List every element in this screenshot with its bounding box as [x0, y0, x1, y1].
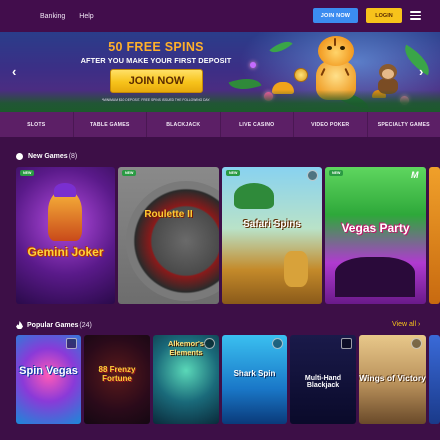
game-title-88-frenzy-fortune: 88 Frenzy Fortune [98, 365, 136, 383]
new-badge: NEW [20, 170, 35, 176]
promo-subtitle: AFTER YOU MAKE YOUR FIRST DEPOSIT [80, 56, 232, 65]
join-now-button[interactable]: JOIN NOW [313, 8, 358, 23]
game-title-wings-of-victory: Wings of Victory [359, 373, 426, 383]
tab-video-poker[interactable]: VIDEO POKER [294, 112, 368, 137]
game-tile-wings-of-victory[interactable]: Wings of Victory [359, 335, 426, 424]
game-tile-88-frenzy-fortune[interactable]: 88 Frenzy Fortune [84, 335, 150, 424]
view-all-label: View all [392, 321, 416, 328]
game-title-spin-vegas: Spin Vegas [19, 365, 78, 377]
login-button[interactable]: LOGIN [366, 8, 402, 23]
animal-illustration [284, 251, 308, 287]
tab-specialty-games[interactable]: SPECIALTY GAMES [368, 112, 440, 137]
game-tile-spin-vegas[interactable]: Spin Vegas [16, 335, 81, 424]
popular-games-header: Popular Games (24) [16, 321, 92, 329]
chevron-left-icon[interactable]: ‹ [12, 64, 16, 79]
game-tile-roulette-ii[interactable]: NEW Roulette II [118, 167, 219, 304]
game-tile-multi-hand-blackjack[interactable]: Multi-Hand Blackjack [290, 335, 356, 424]
game-tile-shark-spin[interactable]: Shark Spin [222, 335, 287, 424]
game-tile-alkemors-elements[interactable]: Alkemor's Elements [153, 335, 219, 424]
top-nav: Banking Help JOIN NOW LOGIN [0, 0, 440, 32]
game-title-gemini-joker: Gemini Joker [27, 245, 104, 259]
hamburger-menu-icon[interactable] [410, 11, 421, 20]
favorite-icon[interactable] [411, 338, 422, 349]
new-badge: NEW [329, 170, 344, 176]
game-title-shark-spin: Shark Spin [233, 369, 276, 378]
tab-table-games[interactable]: TABLE GAMES [74, 112, 147, 137]
new-badge: NEW [226, 170, 241, 176]
promo-fine-print: *MINIMUM $10 DEPOSIT. FREE SPINS ISSUED … [101, 98, 211, 102]
tab-blackjack[interactable]: BLACKJACK [147, 112, 221, 137]
favorite-icon[interactable] [341, 338, 352, 349]
game-title-roulette-ii: Roulette II [144, 209, 193, 220]
game-tile-next-partial[interactable] [429, 335, 440, 424]
game-tile-safari-spins[interactable]: NEW Safari Spins [222, 167, 322, 304]
new-games-title: New Games [28, 153, 68, 160]
provider-logo-icon: M [411, 170, 419, 180]
game-tile-next-partial[interactable] [429, 167, 440, 304]
coin-illustration [294, 68, 308, 82]
star-icon [16, 153, 23, 160]
new-badge: NEW [122, 170, 137, 176]
game-title-alkemors-elements: Alkemor's Elements [168, 339, 204, 357]
roulette-wheel-illustration [126, 181, 219, 301]
tab-slots[interactable]: SLOTS [0, 112, 74, 137]
game-tile-gemini-joker[interactable]: NEW Gemini Joker [16, 167, 115, 304]
favorite-icon[interactable] [307, 170, 318, 181]
game-title-multi-hand-blackjack: Multi-Hand Blackjack [304, 375, 342, 389]
nav-link-banking[interactable]: Banking [40, 13, 65, 20]
promo-join-button[interactable]: JOIN NOW [110, 69, 203, 93]
acacia-tree-illustration [234, 183, 274, 209]
new-games-count: (8) [68, 153, 78, 160]
tab-live-casino[interactable]: LIVE CASINO [221, 112, 294, 137]
promo-title: 50 FREE SPINS [108, 40, 204, 54]
crowd-silhouette-illustration [335, 257, 415, 297]
game-title-safari-spins: Safari Spins [243, 219, 301, 230]
casino-page: Banking Help JOIN NOW LOGIN ‹ › 50 FREE … [0, 0, 440, 440]
view-all-link[interactable]: View all › [392, 321, 420, 328]
jester-hat-illustration [54, 183, 76, 197]
favorite-icon[interactable] [66, 338, 77, 349]
category-tabs: SLOTS TABLE GAMES BLACKJACK LIVE CASINO … [0, 112, 440, 137]
favorite-icon[interactable] [272, 338, 283, 349]
flame-icon [16, 321, 23, 329]
game-tile-vegas-party[interactable]: NEW M Vegas Party [325, 167, 426, 304]
chevron-right-icon: › [417, 321, 421, 328]
new-games-header: New Games (8) [16, 153, 77, 160]
game-title-vegas-party: Vegas Party [341, 221, 410, 235]
jester-illustration [48, 191, 82, 241]
nav-link-help[interactable]: Help [79, 13, 93, 20]
popular-games-title: Popular Games [27, 321, 79, 329]
chevron-right-icon[interactable]: › [419, 64, 423, 79]
popular-games-count: (24) [79, 321, 92, 329]
